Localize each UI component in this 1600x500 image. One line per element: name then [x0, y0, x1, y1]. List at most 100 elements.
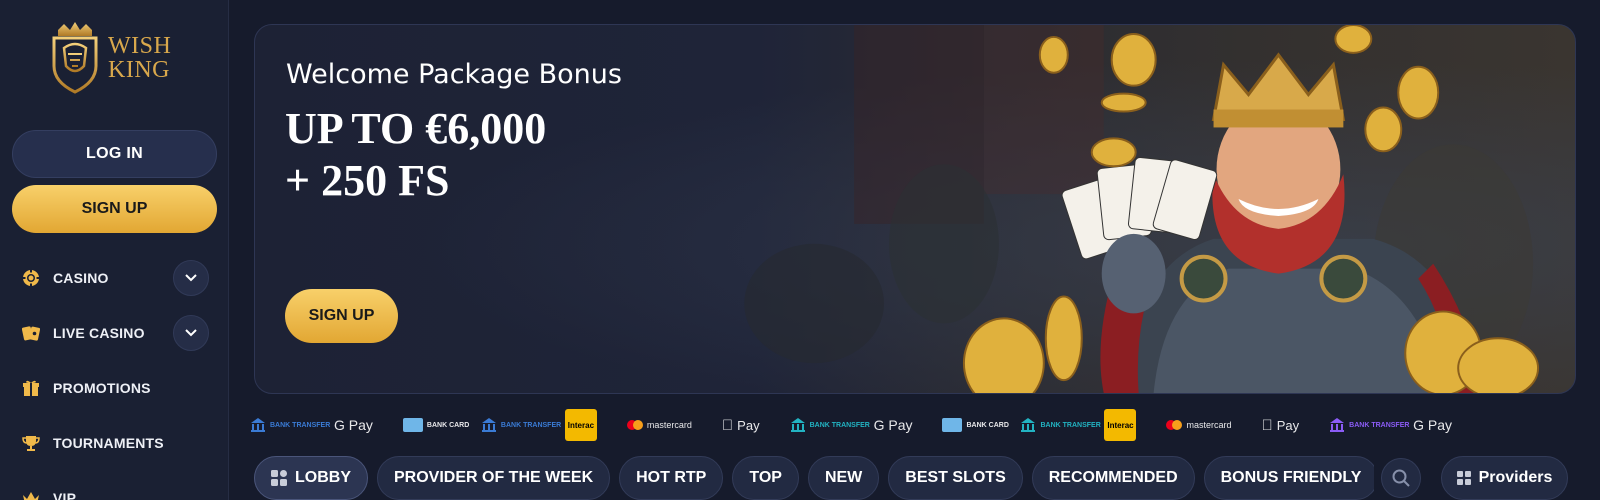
hero-signup-button[interactable]: SIGN UP [285, 289, 398, 343]
hero-title-line1: UP TO €6,000 [285, 104, 547, 153]
payment-interac: Interac [1104, 409, 1137, 441]
payment-mastercard: mastercard [1166, 410, 1232, 440]
payment-label: BANK TRANSFER [1326, 421, 1409, 429]
gift-icon [21, 378, 41, 398]
search-icon [1392, 469, 1410, 487]
sidebar-signup-button[interactable]: SIGN UP [12, 185, 217, 233]
mastercard-icon [626, 420, 643, 430]
tab-best-slots[interactable]: BEST SLOTS [888, 456, 1023, 500]
payment-label: Pay [1277, 418, 1299, 433]
tab-label: TOP [749, 469, 782, 486]
providers-button[interactable]: Providers [1441, 456, 1568, 500]
bank-icon [251, 418, 265, 432]
payment-gpay: G Pay [1413, 410, 1452, 440]
payment-label: BANK TRANSFER [270, 421, 331, 429]
sidebar-item-label: PROMOTIONS [53, 379, 151, 396]
payment-bank-card: BANK CARD [402, 410, 470, 440]
tab-label: HOT RTP [636, 469, 707, 486]
crown-icon [21, 488, 41, 500]
interac-logo: Interac [564, 409, 597, 441]
apple-icon:  [1262, 417, 1273, 434]
tab-label: RECOMMENDED [1048, 469, 1178, 486]
payment-bank-card: BANK CARD [942, 410, 1009, 440]
cards-icon [21, 323, 41, 343]
sidebar: WISH KING LOG IN SIGN UP CASINO LIVE CAS… [0, 0, 229, 500]
brand-line2: KING [108, 57, 170, 83]
brand-line1: WISH [108, 33, 172, 59]
bank-icon [1021, 418, 1036, 432]
tabs-row: LOBBY PROVIDER OF THE WEEK HOT RTP TOP NEW BE… [254, 456, 1374, 500]
tab-lobby[interactable]: LOBBY [254, 456, 368, 500]
payment-methods-strip: BANK TRANSFER G Pay BANK CARD BANK TRANSFER… [250, 408, 1600, 442]
sidebar-item-label: LIVE CASINO [53, 324, 145, 341]
trophy-icon [21, 433, 41, 453]
casino-chip-icon [21, 268, 41, 288]
login-button[interactable]: LOG IN [12, 130, 217, 178]
tab-hot-rtp[interactable]: HOT RTP [619, 456, 724, 500]
payment-label: BANK TRANSFER [798, 421, 870, 429]
lion-shield-icon [52, 22, 98, 94]
payment-label: BANK TRANSFER [500, 421, 562, 429]
card-icon [942, 418, 963, 432]
sidebar-nav: CASINO LIVE CASINO PROMOTIONS TOURNAMENT… [0, 250, 229, 500]
tab-recommended[interactable]: RECOMMENDED [1031, 456, 1195, 500]
brand-wordmark: WISH KING [108, 34, 171, 82]
tab-new[interactable]: NEW [807, 456, 880, 500]
chevron-down-icon[interactable] [173, 259, 209, 296]
payment-bank-transfer: BANK TRANSFER [790, 410, 870, 440]
tab-label: LOBBY [295, 469, 351, 486]
tab-label: PROVIDER OF THE WEEK [394, 469, 594, 486]
payment-label: mastercard [1175, 420, 1231, 430]
payment-label: mastercard [646, 420, 692, 430]
payment-bank-transfer: BANK TRANSFER [481, 410, 562, 440]
payment-label: Pay [725, 417, 759, 433]
sidebar-item-label: TOURNAMENTS [53, 434, 164, 451]
payment-label: BANK CARD [955, 421, 1008, 429]
payment-label: G Pay [1390, 417, 1452, 433]
card-icon [402, 418, 423, 432]
tab-label: NEW [824, 469, 863, 486]
apple-icon:  [722, 417, 733, 434]
bank-icon [481, 418, 496, 432]
sidebar-item-casino[interactable]: CASINO [0, 250, 229, 305]
payment-bank-transfer: BANK TRANSFER [1020, 410, 1101, 440]
tab-label: BEST SLOTS [905, 469, 1006, 486]
hero-title: UP TO €6,000 + 250 FS [285, 103, 546, 207]
grid-icon [1456, 471, 1471, 485]
hero-banner[interactable]: Welcome Package Bonus UP TO €6,000 + 250… [254, 24, 1576, 394]
tab-label: BONUS FRIENDLY [1220, 469, 1362, 486]
payment-applepay:  Pay [1262, 410, 1300, 440]
mastercard-icon [1166, 420, 1183, 430]
bank-icon [790, 418, 805, 432]
tab-top[interactable]: TOP [732, 456, 799, 500]
sidebar-item-label: CASINO [53, 269, 109, 286]
sidebar-item-promotions[interactable]: PROMOTIONS [0, 360, 229, 415]
hero-title-line2: + 250 FS [285, 156, 450, 205]
payment-label: G Pay [862, 417, 913, 433]
payment-label: BANK CARD [426, 421, 470, 429]
lobby-icon [271, 470, 287, 486]
payment-bank-transfer: BANK TRANSFER [1326, 410, 1409, 440]
payment-applepay: Pay [722, 410, 760, 440]
sidebar-item-live-casino[interactable]: LIVE CASINO [0, 305, 229, 360]
category-tabs: LOBBY PROVIDER OF THE WEEK HOT RTP TOP NEW BE… [254, 456, 1374, 500]
payment-bank-transfer: BANK TRANSFER [250, 410, 331, 440]
brand-logo[interactable]: WISH KING [48, 22, 171, 94]
tab-provider-of-the-week[interactable]: PROVIDER OF THE WEEK [377, 456, 611, 500]
search-button[interactable] [1381, 458, 1421, 498]
tab-bonus-friendly[interactable]: BONUS FRIENDLY [1203, 456, 1374, 500]
payment-label: G Pay [334, 417, 373, 433]
payment-gpay: G Pay [334, 410, 373, 440]
sidebar-item-label: VIP [53, 489, 77, 500]
sidebar-item-tournaments[interactable]: TOURNAMENTS [0, 415, 229, 470]
payment-label: BANK TRANSFER [1029, 421, 1100, 429]
providers-label: Providers [1478, 469, 1553, 486]
sidebar-item-vip[interactable]: VIP [0, 470, 229, 500]
payment-mastercard: mastercard [626, 410, 692, 440]
chevron-down-icon[interactable] [173, 314, 209, 351]
payment-interac: Interac [564, 409, 597, 441]
interac-logo: Interac [1104, 409, 1137, 441]
hero-subtitle: Welcome Package Bonus [286, 59, 622, 90]
payment-gpay: G Pay [874, 410, 913, 440]
bank-icon [1330, 418, 1345, 432]
